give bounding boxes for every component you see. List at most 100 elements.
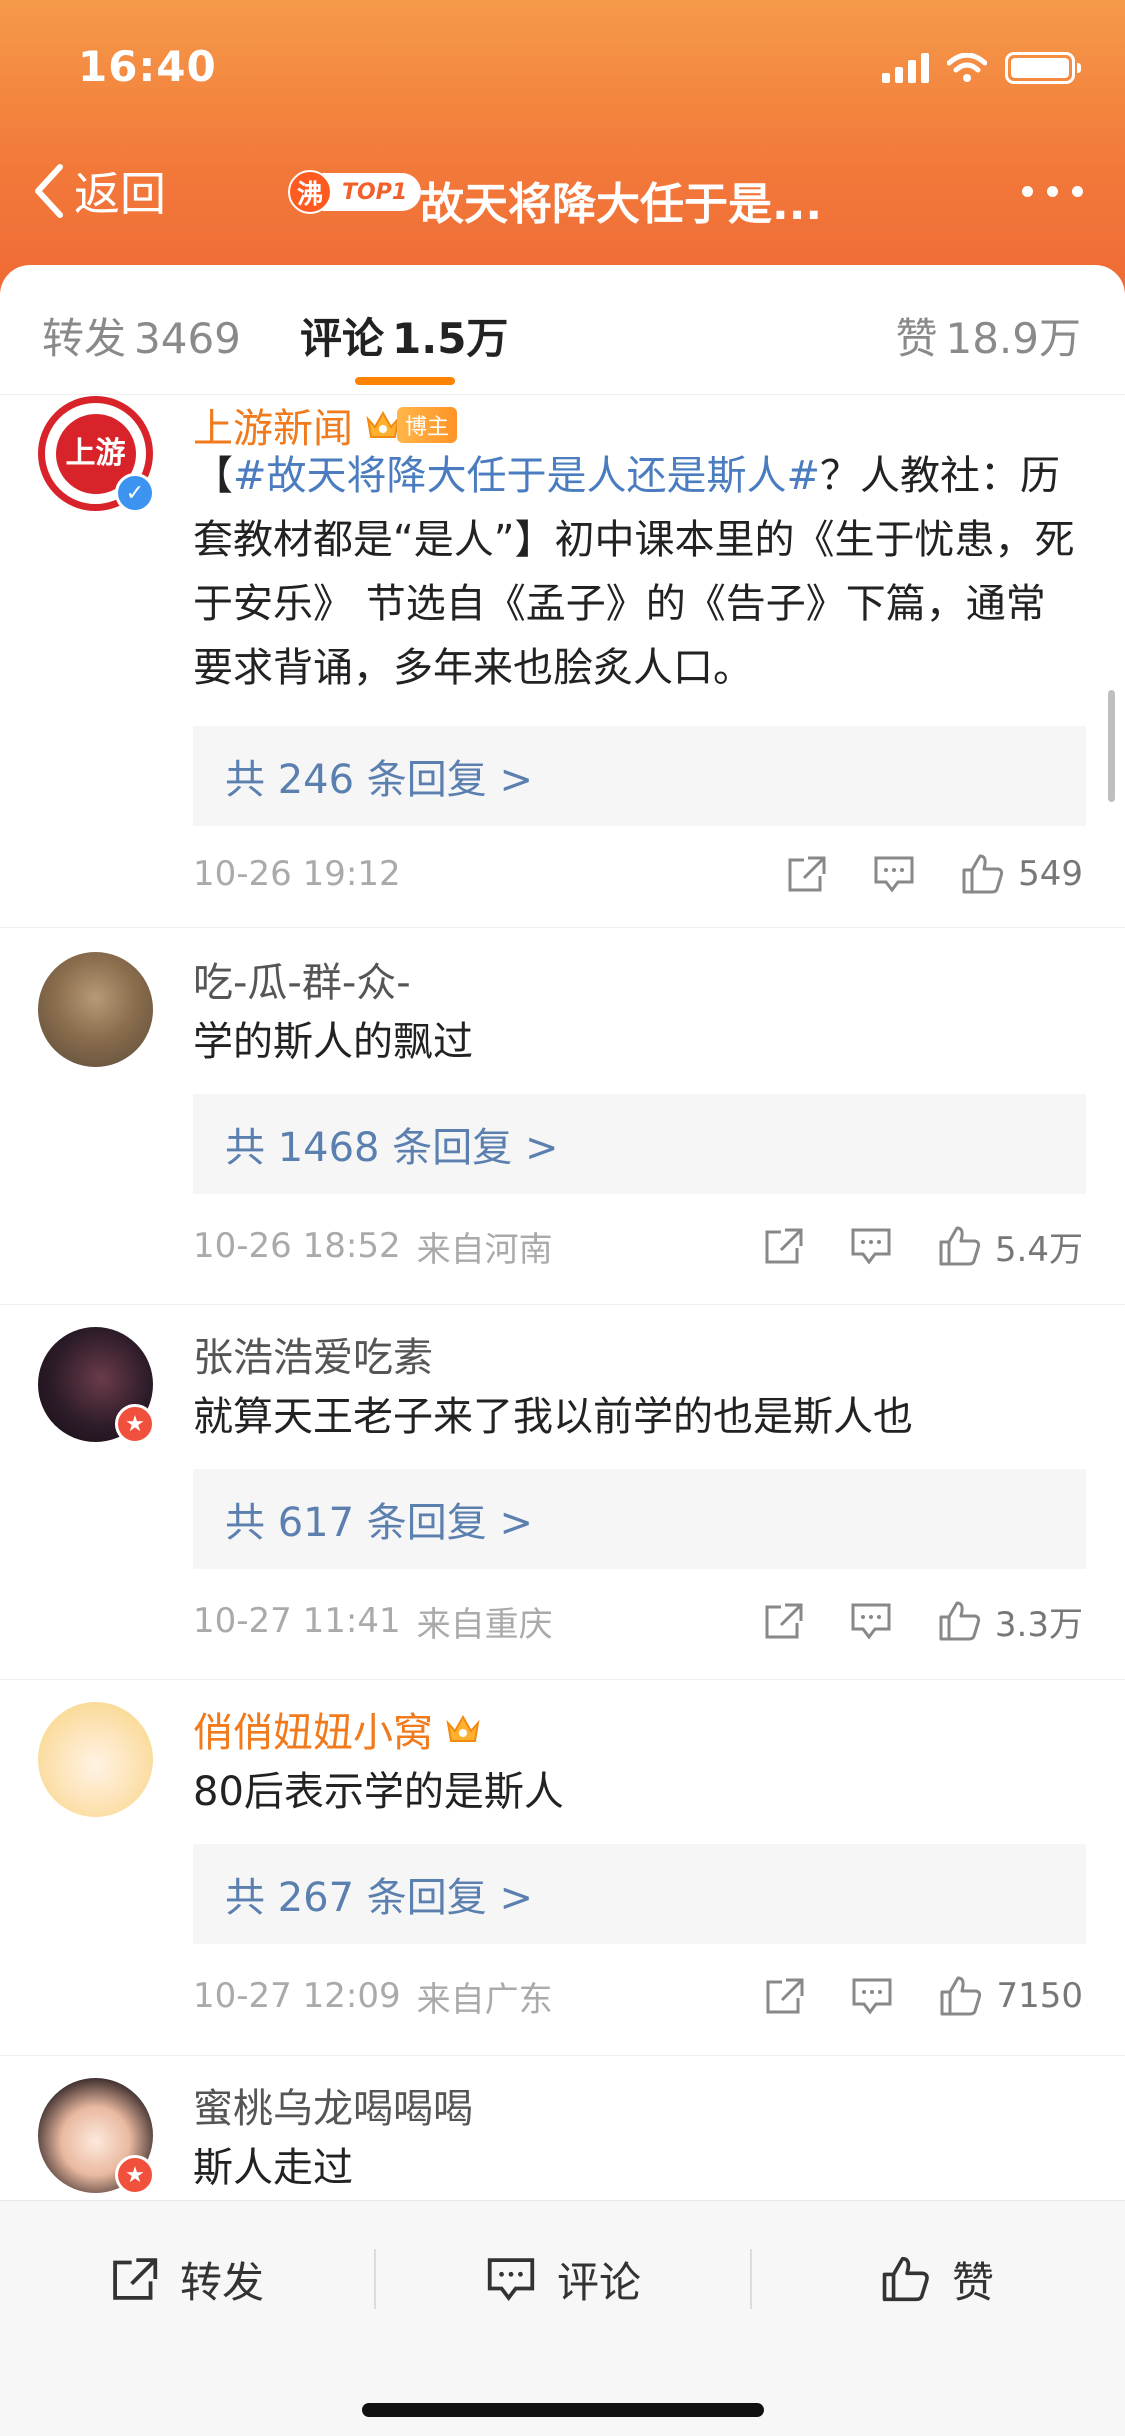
comment-icon: [487, 2258, 535, 2302]
tab-repost[interactable]: 转发 3469: [42, 305, 241, 366]
comment-actions: 3.3万: [761, 1597, 1083, 1646]
comment-item: ★ 蜜桃乌龙喝喝喝 斯人走过: [0, 2056, 1125, 2200]
avatar[interactable]: ★: [38, 2078, 155, 2195]
share-button[interactable]: [761, 1601, 805, 1641]
username-text: 俏俏妞妞小窝: [193, 1710, 433, 1756]
share-icon: [113, 2258, 158, 2300]
fire-badge: 沸: [288, 170, 332, 214]
share-icon: [766, 1978, 804, 2014]
comment-list[interactable]: 上游 ✓ 上游新闻 博主 【#故天将降大任于是人还是斯人#？人教社：历套教材都是…: [0, 396, 1125, 2200]
comment-icon: [874, 856, 914, 893]
like-button[interactable]: 3.3万: [937, 1597, 1083, 1646]
like-button[interactable]: 549: [960, 852, 1083, 896]
comment-meta: 10-26 18:52 来自河南 5.4万: [193, 1216, 1083, 1276]
wifi-icon: [947, 53, 987, 82]
hot-topic-badge: 沸 TOP1: [288, 170, 422, 214]
back-label: 返回: [74, 167, 166, 221]
comment-meta: 10-27 11:41 来自重庆 3.3万: [193, 1591, 1083, 1651]
username-text: 吃-瓜-群-众-: [193, 960, 411, 1006]
more-button[interactable]: [1022, 186, 1083, 197]
reply-box[interactable]: 共 617 条回复 >: [193, 1469, 1086, 1569]
back-chevron-icon: [35, 164, 63, 218]
tab-active-indicator: [355, 377, 455, 385]
header: 16:40 返回 沸 TOP1 故天将降大任于是...: [0, 0, 1125, 300]
status-bar: 16:40: [0, 0, 1125, 140]
like-count: 3.3万: [994, 1604, 1083, 1645]
share-button[interactable]: [784, 854, 828, 894]
username[interactable]: 俏俏妞妞小窝: [193, 1700, 481, 1758]
like-button[interactable]: 7150: [938, 1974, 1083, 2018]
comment-time: 10-27 12:09: [193, 1976, 401, 2016]
tab-repost-count: 3469: [134, 314, 241, 363]
scrollbar[interactable]: [1108, 690, 1115, 802]
tab-comments-count: 1.5万: [392, 314, 509, 363]
like-icon: [939, 1601, 980, 1641]
username-text: 蜜桃乌龙喝喝喝: [193, 2086, 473, 2132]
share-icon: [765, 1228, 803, 1264]
like-icon: [939, 1226, 980, 1266]
comment-location: 来自河南: [416, 1229, 553, 1270]
comment-location: 来自广东: [416, 1979, 553, 2020]
avatar[interactable]: [38, 1702, 153, 1817]
comment-icon: [851, 1228, 891, 1265]
username[interactable]: 张浩浩爱吃素: [193, 1325, 433, 1383]
comment-text: 【#故天将降大任于是人还是斯人#？人教社：历套教材都是“是人”】初中课本里的《生…: [193, 453, 1075, 691]
share-icon: [788, 856, 826, 892]
more-icon: [1022, 186, 1033, 197]
username-text: 张浩浩爱吃素: [193, 1335, 433, 1381]
reply-button[interactable]: [849, 1226, 893, 1266]
comment-text: 就算天王老子来了我以前学的也是斯人也: [193, 1394, 913, 1440]
comment-actions: 5.4万: [761, 1222, 1083, 1271]
tab-comments-label: 评论: [300, 314, 385, 363]
tab-likes-label: 赞: [895, 314, 938, 363]
verified-icon: ★: [115, 2155, 155, 2195]
like-count: 549: [1018, 854, 1083, 894]
comment-location: 来自重庆: [416, 1604, 553, 1645]
like-button[interactable]: 赞: [880, 2239, 994, 2319]
comment-item: ★ 张浩浩爱吃素 就算天王老子来了我以前学的也是斯人也 共 617 条回复 > …: [0, 1305, 1125, 1680]
like-icon: [940, 1976, 982, 2016]
share-button[interactable]: [762, 1976, 806, 2016]
back-button[interactable]: 返回: [30, 158, 166, 224]
divider: [374, 2249, 376, 2309]
divider: [750, 2249, 752, 2309]
bottom-toolbar: 转发 评论 赞: [0, 2200, 1125, 2436]
comment-text: 斯人走过: [193, 2145, 353, 2191]
repost-button[interactable]: 转发: [108, 2239, 264, 2319]
reply-box[interactable]: 共 267 条回复 >: [193, 1844, 1086, 1944]
tab-comments[interactable]: 评论 1.5万: [300, 305, 508, 366]
top-rank-badge: TOP1: [322, 173, 422, 211]
tab-bar: 转发 3469 评论 1.5万 赞 18.9万: [0, 265, 1125, 395]
like-button[interactable]: 5.4万: [937, 1222, 1083, 1271]
comment-button[interactable]: 评论: [485, 2239, 641, 2319]
comment-time: 10-26 18:52: [193, 1226, 401, 1266]
reply-box[interactable]: 共 1468 条回复 >: [193, 1094, 1086, 1194]
share-icon: [765, 1603, 803, 1639]
comment-time: 10-26 19:12: [193, 854, 401, 894]
comment-icon: [851, 1603, 891, 1640]
comment-label: 评论: [557, 2257, 642, 2307]
tab-likes[interactable]: 赞 18.9万: [895, 305, 1081, 366]
crown-badge: 博主: [365, 407, 458, 443]
reply-button[interactable]: [850, 1976, 894, 2016]
username[interactable]: 吃-瓜-群-众-: [193, 950, 411, 1008]
reply-box[interactable]: 共 246 条回复 >: [193, 726, 1086, 826]
like-label: 赞: [952, 2257, 995, 2307]
avatar[interactable]: ★: [38, 1327, 155, 1444]
reply-button[interactable]: [872, 854, 916, 894]
hashtag-link[interactable]: #故天将降大任于是人还是斯人#: [233, 453, 820, 499]
status-time: 16:40: [78, 42, 217, 91]
verified-icon: ✓: [115, 473, 155, 513]
avatar[interactable]: [38, 952, 153, 1067]
comment-meta: 10-26 19:12 549: [193, 844, 1083, 904]
reply-button[interactable]: [849, 1601, 893, 1641]
crown-icon: [446, 1714, 480, 1742]
share-button[interactable]: [761, 1226, 805, 1266]
avatar[interactable]: 上游 ✓: [38, 396, 155, 513]
signal-icon: [882, 53, 929, 83]
comment-actions: 7150: [762, 1974, 1083, 2018]
comment-icon: [852, 1978, 892, 2015]
username[interactable]: 蜜桃乌龙喝喝喝: [193, 2076, 473, 2134]
like-icon: [962, 854, 1004, 894]
reply-count-label: 共 1468 条回复 >: [225, 1125, 559, 1171]
